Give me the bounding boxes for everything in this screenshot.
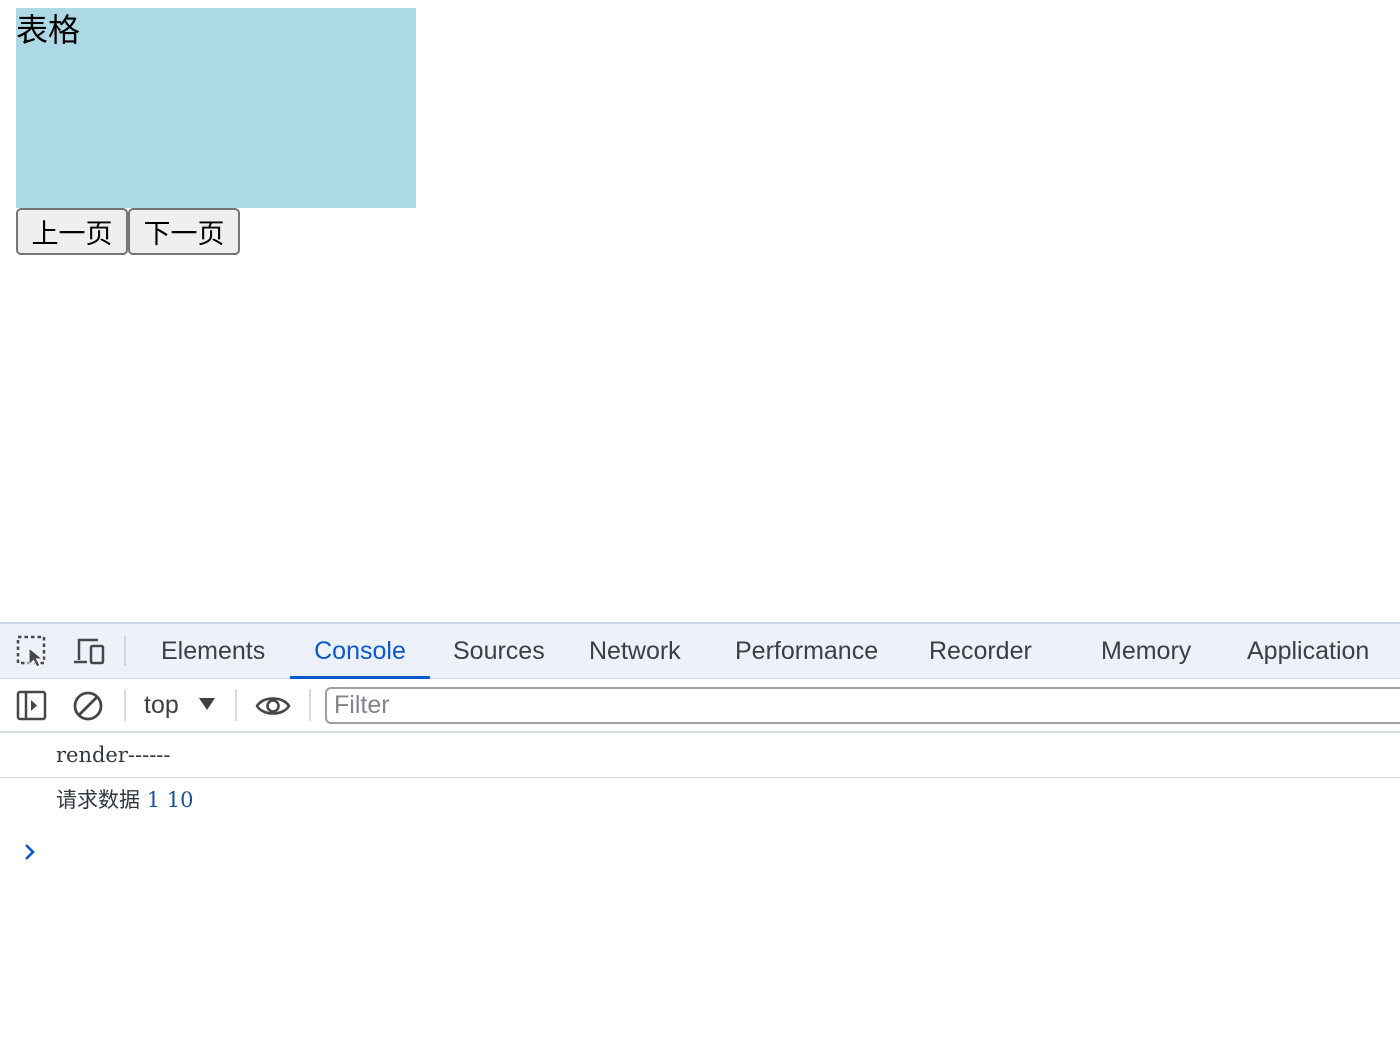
sidebar-toggle-icon[interactable]: [15, 689, 49, 723]
eye-icon[interactable]: [255, 689, 291, 723]
tab-performance[interactable]: Performance: [735, 624, 878, 679]
tab-network[interactable]: Network: [589, 624, 681, 679]
page-viewport: 表格 上一页 下一页: [0, 0, 1400, 622]
toolbar-divider: [124, 689, 126, 721]
tab-memory[interactable]: Memory: [1101, 624, 1191, 679]
pagination: 上一页 下一页: [16, 208, 240, 255]
device-toolbar-icon[interactable]: [72, 634, 106, 668]
console-number: 1: [146, 788, 161, 812]
console-prompt-icon[interactable]: [22, 841, 38, 863]
tab-recorder[interactable]: Recorder: [929, 624, 1032, 679]
console-message: render------: [0, 733, 1400, 778]
devtools-tabbar: Elements Console Sources Network Perform…: [0, 624, 1400, 679]
table-container: 表格: [16, 8, 416, 208]
tab-sources[interactable]: Sources: [453, 624, 545, 679]
prev-page-button[interactable]: 上一页: [16, 208, 128, 255]
console-message: 请求数据 1 10: [0, 778, 1400, 822]
toolbar-divider: [235, 689, 237, 721]
filter-input[interactable]: [325, 687, 1400, 724]
context-selector[interactable]: top: [144, 679, 179, 731]
chevron-down-icon[interactable]: [199, 698, 215, 710]
tab-console[interactable]: Console: [290, 624, 430, 679]
clear-console-icon[interactable]: [71, 689, 105, 723]
inspect-element-icon[interactable]: [15, 634, 49, 668]
tab-elements[interactable]: Elements: [161, 624, 265, 679]
next-page-button[interactable]: 下一页: [128, 208, 240, 255]
console-toolbar: top: [0, 679, 1400, 733]
devtools-panel: Elements Console Sources Network Perform…: [0, 622, 1400, 1042]
console-number: 10: [166, 788, 194, 812]
console-message-text: render------: [56, 743, 171, 767]
table-title: 表格: [16, 11, 81, 49]
tab-divider: [124, 636, 126, 666]
console-output: render------ 请求数据 1 10: [0, 733, 1400, 860]
console-message-text: 请求数据: [56, 788, 140, 812]
toolbar-divider: [309, 689, 311, 721]
tab-application[interactable]: Application: [1247, 624, 1369, 679]
